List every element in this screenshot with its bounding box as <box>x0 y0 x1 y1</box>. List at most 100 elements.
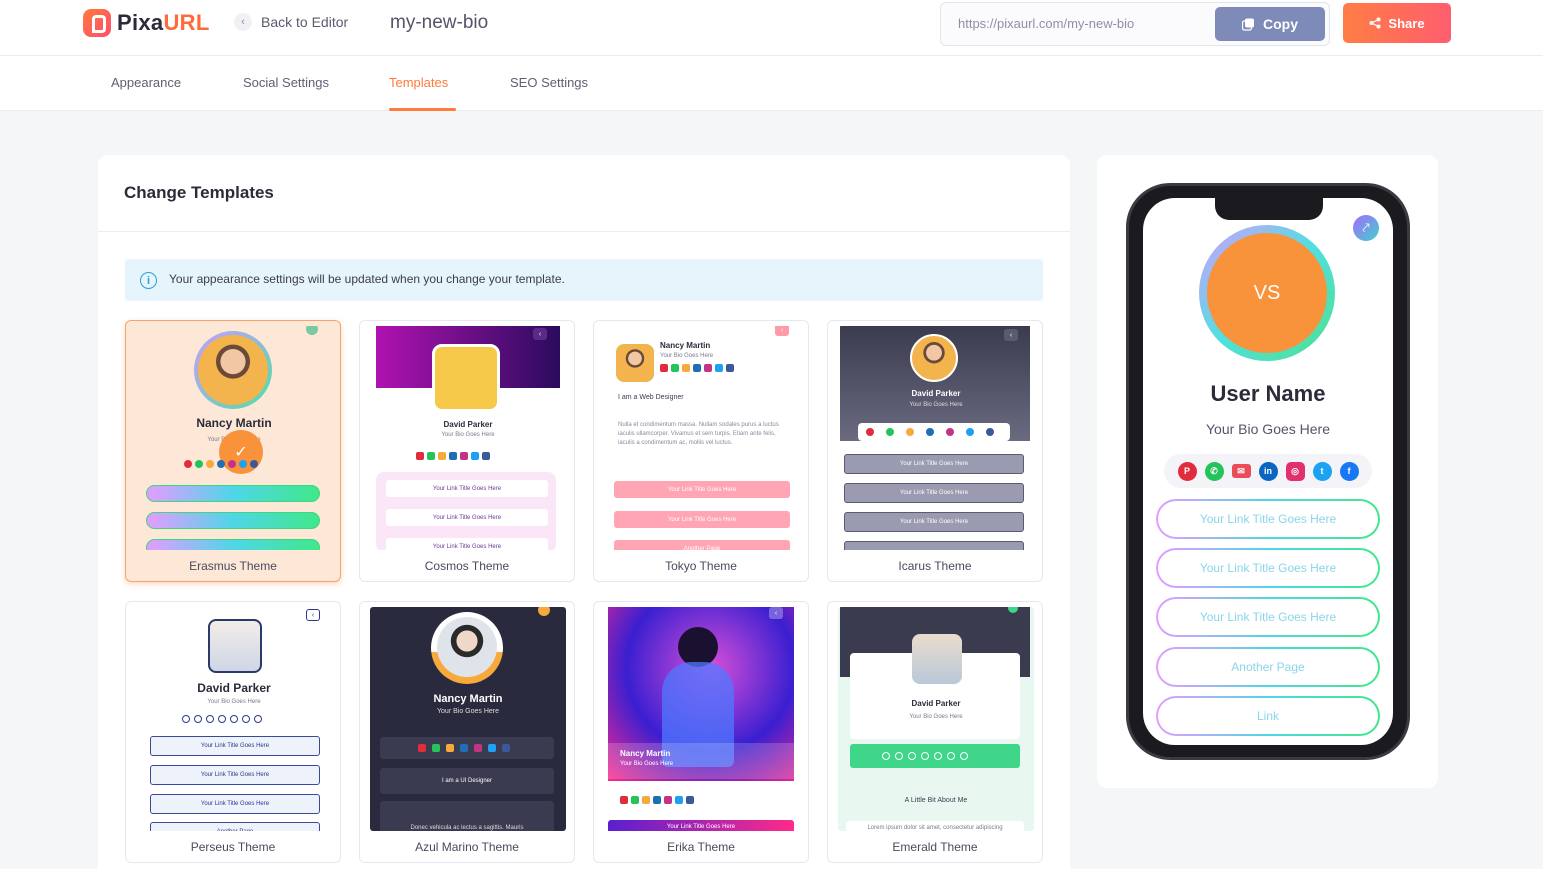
share-icon[interactable]: ⤤ <box>1353 215 1379 241</box>
instagram-icon[interactable]: ◎ <box>1285 461 1305 481</box>
link-button: Your Link Title Goes Here <box>386 538 548 550</box>
social-icons-row <box>418 744 510 752</box>
back-to-editor-link[interactable]: ‹ Back to Editor <box>234 13 348 31</box>
template-thumbnail: ‹ David Parker Your Bio Goes Here Your L… <box>370 326 566 550</box>
link-button: Your Link Title Goes Here <box>386 480 548 497</box>
template-thumbnail: Nancy Martin Your Bio Goes Here ✓ <box>136 326 332 550</box>
info-icon: i <box>140 272 157 289</box>
linkedin-icon[interactable]: in <box>1258 461 1278 481</box>
copy-label: Copy <box>1263 16 1298 32</box>
preview-bio: Your Bio Goes Here <box>1206 421 1330 437</box>
link-button: Your Link Title Goes Here <box>608 820 794 831</box>
change-templates-card: Change Templates i Your appearance setti… <box>98 155 1070 869</box>
preview-link-button[interactable]: Your Link Title Goes Here <box>1156 597 1380 637</box>
pixaurl-logo[interactable]: PixaURL <box>83 9 210 37</box>
social-icons-row <box>182 715 262 723</box>
preview-link-button[interactable]: Your Link Title Goes Here <box>1156 548 1380 588</box>
share-icon: ‹ <box>1004 329 1018 341</box>
avatar-ring: VS <box>1199 225 1335 361</box>
template-name: Emerald Theme <box>892 840 978 854</box>
twitter-icon[interactable]: t <box>1312 461 1332 481</box>
link-button: Your Link Title Goes Here <box>150 765 320 785</box>
template-card-erika[interactable]: ‹ Nancy Martin Your Bio Goes Here Your L… <box>593 601 809 863</box>
template-about-text: Nulla et condimentum massa. Nullam sodal… <box>618 422 779 446</box>
template-card-cosmos[interactable]: ‹ David Parker Your Bio Goes Here Your L… <box>359 320 575 582</box>
email-icon[interactable]: ✉ <box>1231 464 1251 478</box>
top-header: PixaURL ‹ Back to Editor my-new-bio http… <box>0 0 1543 56</box>
share-button[interactable]: Share <box>1343 3 1451 43</box>
facebook-icon[interactable]: f <box>1339 461 1359 481</box>
template-bio: Your Bio Goes Here <box>909 402 963 408</box>
avatar: VS <box>1207 233 1327 353</box>
template-name: Icarus Theme <box>898 559 972 573</box>
template-thumbnail: Nancy Martin Your Bio Goes Here I am a U… <box>370 607 566 831</box>
template-card-tokyo[interactable]: ‹ Nancy Martin Your Bio Goes Here I am a… <box>593 320 809 582</box>
avatar <box>910 334 958 382</box>
link-button: Your Link Title Goes Here <box>386 509 548 526</box>
pinterest-icon[interactable]: P <box>1177 461 1197 481</box>
share-icon: ‹ <box>775 326 789 336</box>
template-thumbnail: David Parker Your Bio Goes Here A Little… <box>838 607 1034 831</box>
share-icon: ‹ <box>306 609 320 621</box>
template-card-icarus[interactable]: ‹ David Parker Your Bio Goes Here Your L… <box>827 320 1043 582</box>
template-person-name: Nancy Martin <box>433 693 503 705</box>
share-icon <box>306 326 318 335</box>
share-icon <box>538 607 550 616</box>
template-about-text: Lorem ipsum dolor sit amet, consectetur … <box>846 821 1024 831</box>
logo-text: PixaURL <box>117 10 210 35</box>
share-icon <box>1369 17 1381 29</box>
preview-link-button[interactable]: Another Page <box>1156 647 1380 687</box>
template-card-azul-marino[interactable]: Nancy Martin Your Bio Goes Here I am a U… <box>359 601 575 863</box>
link-button <box>146 512 320 529</box>
template-thumbnail: ‹ David Parker Your Bio Goes Here Your L… <box>838 326 1034 550</box>
page-slug: my-new-bio <box>390 12 489 33</box>
social-icons-row <box>620 796 694 804</box>
template-name: Azul Marino Theme <box>415 840 519 854</box>
social-icons-row <box>882 752 968 760</box>
settings-tabs: Appearance Social Settings Templates SEO… <box>0 56 1543 111</box>
tab-social-settings[interactable]: Social Settings <box>243 75 329 90</box>
template-person-name: Nancy Martin <box>620 749 671 758</box>
url-text: https://pixaurl.com/my-new-bio <box>958 16 1135 31</box>
template-bio: Your Bio Goes Here <box>437 708 499 715</box>
template-bio: Your Bio Goes Here <box>620 761 674 767</box>
chevron-left-icon: ‹ <box>234 13 252 31</box>
template-card-perseus[interactable]: ‹ David Parker Your Bio Goes Here Your L… <box>125 601 341 863</box>
url-field[interactable]: https://pixaurl.com/my-new-bio Copy <box>940 2 1330 46</box>
template-person-name: Nancy Martin <box>660 341 711 350</box>
copy-button[interactable]: Copy <box>1215 7 1325 41</box>
link-button <box>146 485 320 502</box>
template-name: Erika Theme <box>667 840 735 854</box>
template-bio: Your Bio Goes Here <box>441 432 495 438</box>
template-card-emerald[interactable]: David Parker Your Bio Goes Here A Little… <box>827 601 1043 863</box>
info-text: Your appearance settings will be updated… <box>169 272 565 286</box>
preview-link-button[interactable]: Your Link Title Goes Here <box>1156 499 1380 539</box>
template-thumbnail: ‹ Nancy Martin Your Bio Goes Here I am a… <box>604 326 800 550</box>
person-silhouette <box>678 627 718 667</box>
back-label: Back to Editor <box>261 14 349 30</box>
avatar <box>208 619 262 673</box>
link-button <box>844 541 1024 550</box>
tab-seo-settings[interactable]: SEO Settings <box>510 75 588 90</box>
tab-templates[interactable]: Templates <box>389 75 448 90</box>
link-button: Your Link Title Goes Here <box>844 454 1024 474</box>
info-alert: i Your appearance settings will be updat… <box>125 259 1043 301</box>
link-button: Your Link Title Goes Here <box>614 511 790 528</box>
template-bio: Your Bio Goes Here <box>909 714 963 720</box>
whatsapp-icon[interactable]: ✆ <box>1204 461 1224 481</box>
tab-appearance[interactable]: Appearance <box>111 75 181 90</box>
template-tagline: I am a UI Designer <box>380 768 554 794</box>
template-card-erasmus[interactable]: Nancy Martin Your Bio Goes Here ✓ Erasmu… <box>125 320 341 582</box>
share-label: Share <box>1388 15 1425 31</box>
template-bio: Your Bio Goes Here <box>660 353 714 359</box>
card-title: Change Templates <box>124 183 274 202</box>
link-button: Your Link Title Goes Here <box>150 736 320 756</box>
template-thumbnail: ‹ Nancy Martin Your Bio Goes Here Your L… <box>604 607 800 831</box>
preview-link-button[interactable]: Link <box>1156 696 1380 736</box>
template-person-name: Nancy Martin <box>196 416 272 430</box>
link-button: Your Link Title Goes Here <box>150 794 320 814</box>
preview-user-name: User Name <box>1210 381 1326 406</box>
template-person-name: David Parker <box>443 420 493 429</box>
social-icons-row <box>660 364 734 372</box>
avatar <box>198 335 268 405</box>
